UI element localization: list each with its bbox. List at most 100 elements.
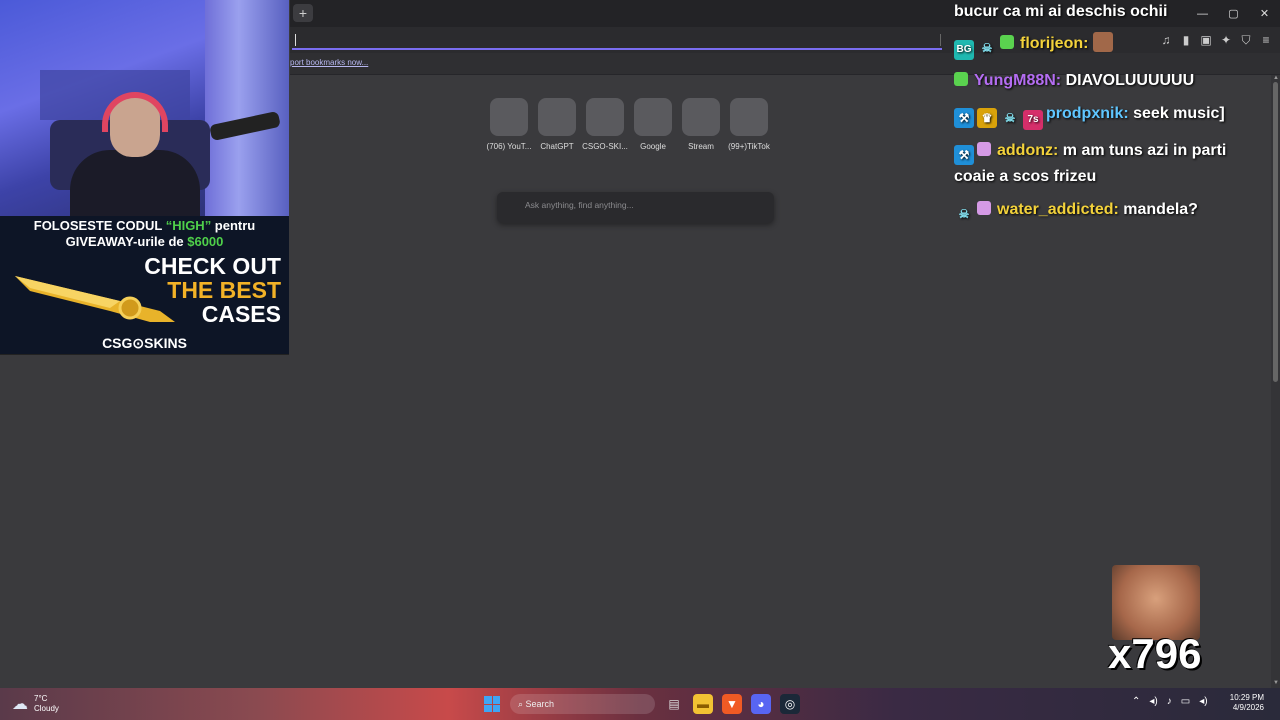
task-view-icon[interactable]: ▤ — [664, 694, 684, 714]
ad-text: pentru — [211, 218, 256, 233]
channel-logo-icon: BG — [954, 40, 974, 60]
moderator-badge-icon: ⚒ — [954, 108, 974, 128]
chevron-up-icon[interactable]: ⌃ — [1132, 696, 1140, 707]
system-tray: ⌃ ◂) ♪ ▭ ◂) — [1132, 696, 1208, 707]
search-icon: ⌕ — [518, 699, 526, 709]
chat-username: water_addicted: — [997, 201, 1119, 218]
menu-icon[interactable]: ≡ — [1258, 31, 1274, 49]
ad-cta-line: THE BEST — [167, 277, 281, 303]
chat-top-message: bucur ca mi ai deschis ochii — [954, 3, 1168, 20]
emote-icon — [1092, 32, 1113, 52]
ad-amount: $6000 — [187, 234, 224, 249]
speed-dial-tile[interactable] — [634, 98, 672, 136]
chat-username: florijeon: — [1020, 35, 1089, 52]
crown-badge-icon: ♛ — [977, 108, 997, 128]
chat-text: DIAVOLUUUUUU — [1065, 72, 1195, 89]
ad-code-line: FOLOSESTE CODUL “HIGH” pentru — [0, 218, 289, 233]
webcam-curtain — [205, 0, 289, 216]
speed-dial-google[interactable]: Google — [634, 98, 672, 151]
gift-badge-icon — [977, 142, 991, 156]
skull-badge-icon: ☠ — [958, 207, 970, 221]
weather-text: 7°C Cloudy — [34, 694, 59, 714]
webcam-overlay — [0, 0, 289, 216]
taskbar-clock[interactable]: 10:29 PM 4/9/2026 — [1230, 693, 1264, 713]
speaker-icon[interactable]: ◂) — [1149, 696, 1157, 707]
chat-overlay: BG ☠ florijeon: YungM88N: DIAVOLUUUUUU ⚒ ♛ ☠… — [954, 32, 1254, 233]
scroll-down-arrow[interactable]: ▼ — [1273, 680, 1279, 686]
text-caret — [295, 34, 296, 46]
speed-dial-label: (99+)TikTok — [728, 142, 770, 151]
skull-badge-icon: ☠ — [1004, 111, 1016, 125]
search-input[interactable] — [525, 200, 755, 210]
speed-dial-chatgpt[interactable]: ChatGPT — [538, 98, 576, 151]
speed-dial-tiktok[interactable]: (99+)TikTok — [728, 98, 770, 151]
address-bar[interactable] — [292, 31, 942, 50]
chat-text: seek music] — [1133, 105, 1225, 122]
taskbar-search-label: Search — [525, 699, 555, 709]
steam-icon[interactable]: ◎ — [780, 694, 800, 714]
ad-text: GIVEAWAY-urile de — [65, 234, 188, 249]
speed-dial-tile[interactable] — [730, 98, 768, 136]
taskbar-search[interactable]: ⌕ Search — [510, 694, 655, 714]
minimize-button[interactable]: — — [1187, 0, 1218, 27]
skull-badge-icon: ☠ — [981, 41, 993, 55]
toolbar-divider — [940, 34, 941, 46]
weather-temp: 7°C — [34, 694, 48, 703]
gift-badge-icon — [954, 72, 968, 86]
seven-badge-icon: 7s — [1023, 110, 1043, 130]
discord-icon[interactable]: ◕ — [751, 694, 771, 714]
chat-message: YungM88N: DIAVOLUUUUUU — [954, 69, 1254, 93]
microphone-icon[interactable]: ♪ — [1167, 696, 1172, 707]
speed-dial-tile[interactable] — [586, 98, 624, 136]
chat-text: m am tuns azi in parti coaie a scos friz… — [954, 142, 1227, 185]
chat-message: BG ☠ florijeon: — [954, 32, 1254, 60]
file-explorer-icon[interactable]: ▬ — [693, 694, 713, 714]
ad-brand-logo: CSG⊙SKINS — [102, 335, 187, 351]
chat-username: prodpxnik: — [1046, 105, 1129, 122]
speed-dial-stream[interactable]: Stream — [682, 98, 720, 151]
start-button[interactable] — [484, 696, 500, 712]
display-icon[interactable]: ▭ — [1181, 696, 1190, 707]
speed-dial-tile[interactable] — [682, 98, 720, 136]
weather-widget[interactable]: ☁ 7°C Cloudy — [12, 694, 59, 714]
chat-username: YungM88N: — [974, 72, 1062, 89]
clock-date: 4/9/2026 — [1232, 703, 1264, 712]
import-bookmarks-link[interactable]: port bookmarks now... — [290, 58, 368, 67]
cloud-icon: ☁ — [12, 696, 28, 713]
gift-badge-icon — [1000, 35, 1014, 49]
ad-cta-line: CASES — [201, 301, 281, 327]
chat-message: ⚒ addonz: m am tuns azi in parti coaie a … — [954, 139, 1254, 189]
speed-dial-csgoskins[interactable]: CSGO-SKI... — [582, 98, 628, 151]
close-button[interactable]: ✕ — [1249, 0, 1280, 27]
brave-browser-icon[interactable]: ▼ — [722, 694, 742, 714]
volume-icon[interactable]: ◂) — [1199, 696, 1207, 707]
speed-dial-grid: (706) YouT... ChatGPT CSGO-SKI... Google… — [487, 98, 770, 151]
ad-text: FOLOSESTE CODUL — [33, 218, 166, 233]
emote-combo-count: x796 — [1108, 630, 1202, 677]
scroll-up-arrow[interactable]: ▲ — [1273, 75, 1279, 81]
gift-badge-icon — [977, 201, 991, 215]
speed-dial-youtube[interactable]: (706) YouT... — [487, 98, 531, 151]
taskbar-apps: ▤ ▬ ▼ ◕ ◎ — [664, 694, 800, 714]
new-tab-search-box[interactable] — [497, 192, 774, 223]
scrollbar-thumb[interactable] — [1273, 82, 1278, 382]
chat-text: mandela? — [1123, 201, 1198, 218]
maximize-button[interactable]: ▢ — [1218, 0, 1249, 27]
streamer-body — [70, 150, 200, 216]
emote-combo-icon — [1112, 565, 1200, 640]
chat-username: addonz: — [997, 142, 1059, 159]
ad-code: “HIGH” — [165, 218, 212, 233]
clock-time: 10:29 PM — [1229, 693, 1264, 702]
speed-dial-tile[interactable] — [538, 98, 576, 136]
sponsor-ad: FOLOSESTE CODUL “HIGH” pentru GIVEAWAY-u… — [0, 216, 289, 355]
chat-message: ☠ water_addicted: mandela? — [954, 198, 1254, 224]
new-tab-button[interactable]: + — [293, 4, 313, 22]
ad-cta-line: CHECK OUT — [144, 253, 281, 279]
ad-cta: CHECK OUT THE BEST CASES — [144, 254, 281, 326]
chat-message: ⚒ ♛ ☠ 7s prodpxnik: seek music] — [954, 102, 1254, 130]
ad-giveaway-line: GIVEAWAY-urile de $6000 — [0, 234, 289, 249]
window-controls: — ▢ ✕ — [1187, 0, 1280, 27]
weather-condition: Cloudy — [34, 704, 59, 713]
speed-dial-tile[interactable] — [490, 98, 528, 136]
moderator-badge-icon: ⚒ — [954, 145, 974, 165]
